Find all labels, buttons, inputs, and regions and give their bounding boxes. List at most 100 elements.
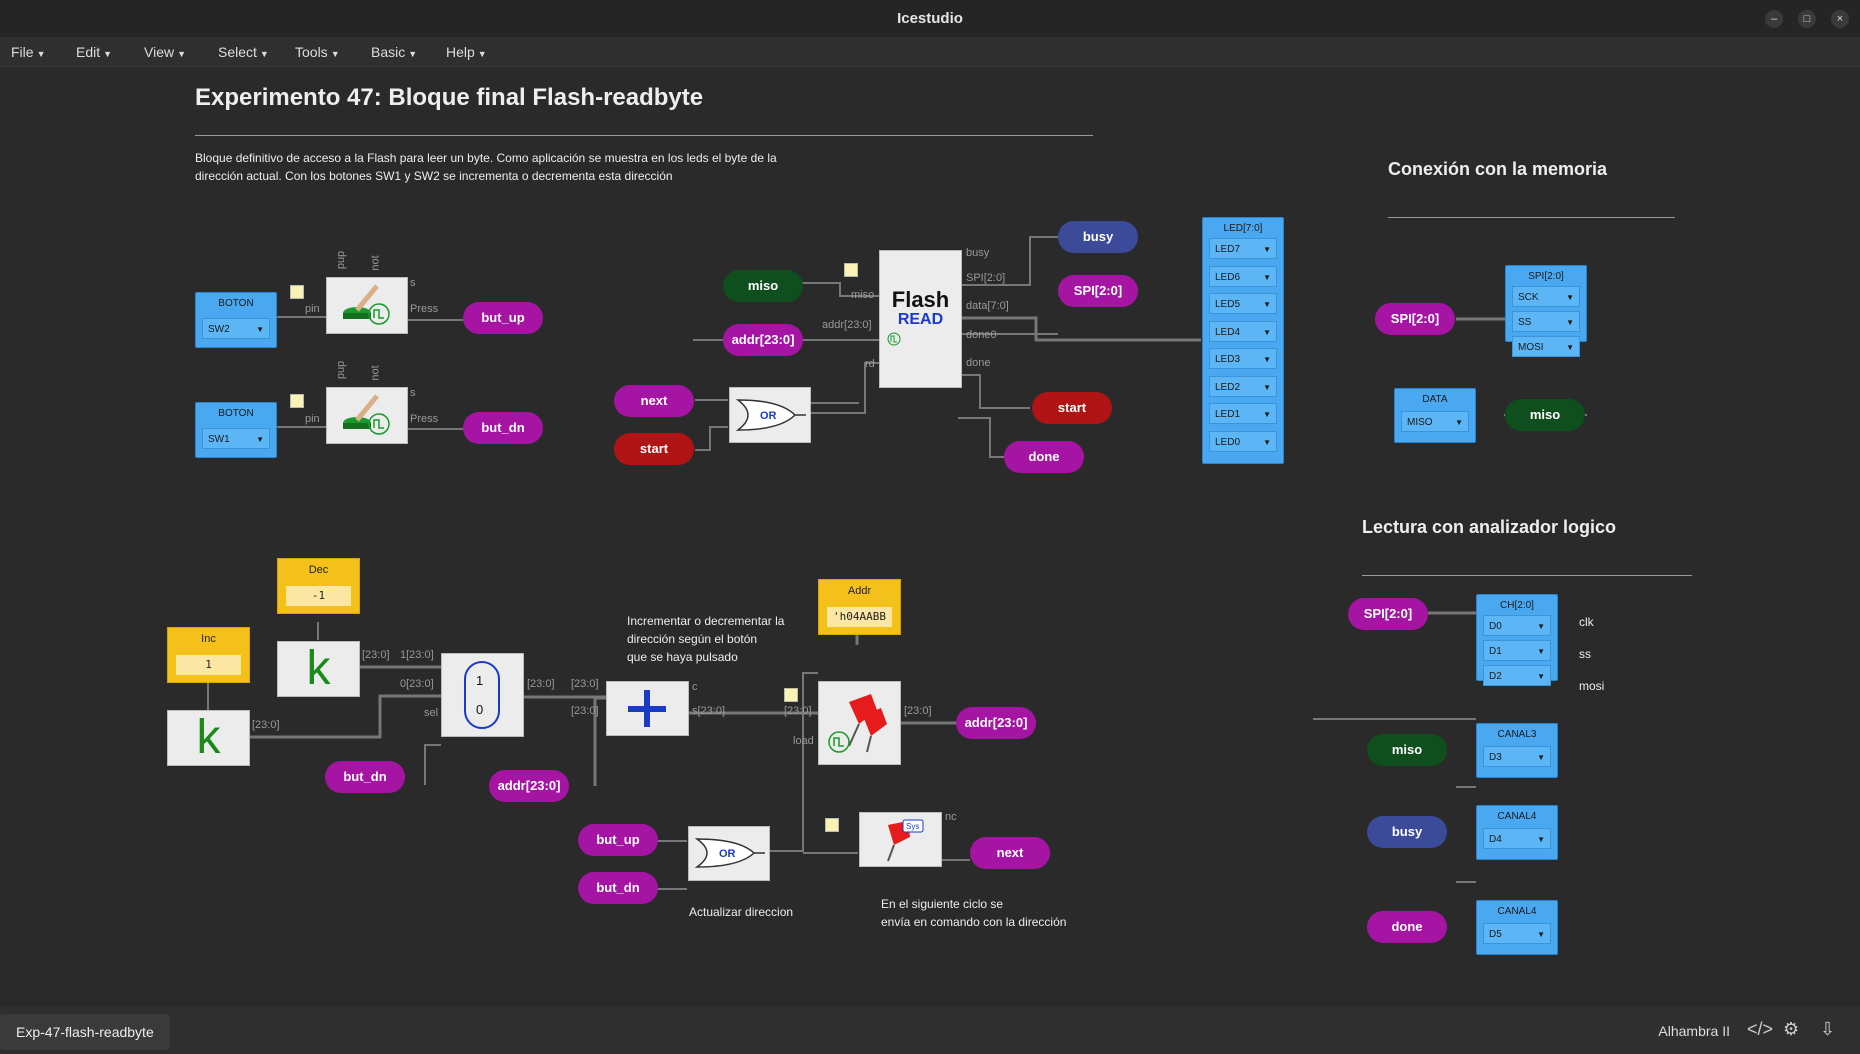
channel-select[interactable]: D2 ▼ (1483, 665, 1551, 686)
pin-select[interactable]: SW2 ▼ (202, 318, 270, 339)
gear-icon[interactable]: ⚙ (1783, 1019, 1799, 1040)
label-start[interactable]: start (1032, 392, 1112, 424)
port-label: s[23:0] (692, 705, 726, 717)
led-select[interactable]: LED6 ▼ (1209, 266, 1277, 287)
label-but-dn[interactable]: but_dn (578, 872, 658, 904)
clock-input[interactable] (290, 394, 304, 408)
constant-dec[interactable]: Dec -1 (277, 558, 360, 614)
code-icon[interactable]: </> (1747, 1019, 1773, 1040)
maximize-icon[interactable]: □ (1798, 10, 1816, 28)
minimize-icon[interactable]: – (1765, 10, 1783, 28)
sys-label: Sys (906, 822, 919, 831)
label-done[interactable]: done (1004, 441, 1084, 473)
flash-read-block[interactable]: Flash READ (879, 250, 962, 388)
led-select[interactable]: LED0 ▼ (1209, 431, 1277, 452)
led-select[interactable]: LED3 ▼ (1209, 348, 1277, 369)
k-icon: k (306, 642, 331, 695)
register-block[interactable] (818, 681, 901, 765)
label-but-up[interactable]: but_up (578, 824, 658, 856)
label-but-dn[interactable]: but_dn (463, 412, 543, 444)
button-block-down[interactable] (326, 387, 408, 444)
miso-select[interactable]: MISO ▼ (1401, 411, 1469, 432)
constant-value[interactable]: 1 (176, 655, 241, 675)
label-miso[interactable]: miso (1505, 399, 1585, 431)
label-next[interactable]: next (614, 385, 694, 417)
label-busy[interactable]: busy (1367, 816, 1447, 848)
clock-input[interactable] (784, 688, 798, 702)
spi-output[interactable]: SPI[2:0] SCK ▼ SS ▼ MOSI ▼ (1505, 265, 1587, 357)
spi-select[interactable]: MOSI ▼ (1512, 336, 1580, 357)
constant-value[interactable]: -1 (286, 586, 351, 606)
menu-tools[interactable]: Tools ▼ (295, 44, 340, 60)
led-select[interactable]: LED1 ▼ (1209, 403, 1277, 424)
boton-sw1[interactable]: BOTON SW1 ▼ (195, 402, 277, 458)
label-start[interactable]: start (614, 433, 694, 465)
analyzer-canal4b[interactable]: CANAL4 D5 ▼ (1476, 900, 1558, 955)
comment-line: dirección según el botón (627, 632, 758, 646)
project-tab[interactable]: Exp-47-flash-readbyte (0, 1014, 170, 1050)
label-spi[interactable]: SPI[2:0] (1058, 275, 1138, 307)
sys-register[interactable]: Sys (859, 812, 942, 867)
channel-select[interactable]: D1 ▼ (1483, 640, 1551, 661)
dropdown-icon: ▼ (1263, 438, 1271, 447)
constant-block[interactable]: k (277, 641, 360, 697)
clock-input[interactable] (290, 285, 304, 299)
adder[interactable] (606, 681, 689, 736)
multiplexer[interactable]: 1 0 (441, 653, 524, 737)
spi-select[interactable]: SCK ▼ (1512, 286, 1580, 307)
analyzer-ch[interactable]: CH[2:0] D0 ▼ D1 ▼ D2 ▼ (1476, 594, 1558, 686)
caret-down-icon: ▼ (477, 49, 487, 59)
label-but-up[interactable]: but_up (463, 302, 543, 334)
channel-select[interactable]: D5 ▼ (1483, 923, 1551, 944)
led-select[interactable]: LED4 ▼ (1209, 321, 1277, 342)
menu-edit[interactable]: Edit ▼ (76, 44, 112, 60)
constant-block[interactable]: k (167, 710, 250, 766)
label-spi[interactable]: SPI[2:0] (1375, 303, 1455, 335)
label-done[interactable]: done (1367, 911, 1447, 943)
led-select[interactable]: LED5 ▼ (1209, 293, 1277, 314)
clock-input[interactable] (825, 818, 839, 832)
constant-addr[interactable]: Addr 'h04AABB (818, 579, 901, 635)
led-select[interactable]: LED7 ▼ (1209, 238, 1277, 259)
or-gate[interactable]: OR (729, 387, 811, 443)
label-addr[interactable]: addr[23:0] (489, 770, 569, 802)
channel-select[interactable]: D0 ▼ (1483, 615, 1551, 636)
label-miso[interactable]: miso (723, 270, 803, 302)
download-icon[interactable]: ⇩ (1820, 1019, 1835, 1040)
spi-select[interactable]: SS ▼ (1512, 311, 1580, 332)
boton-sw2[interactable]: BOTON SW2 ▼ (195, 292, 277, 348)
close-icon[interactable]: × (1831, 10, 1849, 28)
button-block-up[interactable] (326, 277, 408, 334)
port-label: 1[23:0] (400, 649, 434, 661)
menu-file[interactable]: File ▼ (11, 44, 45, 60)
menu-help[interactable]: Help ▼ (446, 44, 487, 60)
channel-select[interactable]: D4 ▼ (1483, 828, 1551, 849)
label-but-dn[interactable]: but_dn (325, 761, 405, 793)
label-addr[interactable]: addr[23:0] (956, 707, 1036, 739)
pin-select[interactable]: SW1 ▼ (202, 428, 270, 449)
label-miso[interactable]: miso (1367, 734, 1447, 766)
menu-select[interactable]: Select ▼ (218, 44, 269, 60)
channel-note: ss (1579, 647, 1591, 661)
label-addr[interactable]: addr[23:0] (723, 324, 803, 356)
led-select[interactable]: LED2 ▼ (1209, 376, 1277, 397)
analyzer-canal3[interactable]: CANAL3 D3 ▼ (1476, 723, 1558, 778)
label-next[interactable]: next (970, 837, 1050, 869)
caret-down-icon: ▼ (408, 49, 418, 59)
menu-basic[interactable]: Basic ▼ (371, 44, 417, 60)
pin-value: LED5 (1215, 299, 1241, 310)
clock-input[interactable] (844, 263, 858, 277)
constant-value[interactable]: 'h04AABB (827, 607, 892, 627)
analyzer-canal4[interactable]: CANAL4 D4 ▼ (1476, 805, 1558, 860)
label-busy[interactable]: busy (1058, 221, 1138, 253)
channel-select[interactable]: D3 ▼ (1483, 746, 1551, 767)
board-name[interactable]: Alhambra II (1658, 1023, 1730, 1039)
dropdown-icon: ▼ (1537, 672, 1545, 681)
data-input[interactable]: DATA MISO ▼ (1394, 388, 1476, 443)
constant-inc[interactable]: Inc 1 (167, 627, 250, 683)
or-gate[interactable]: OR (688, 826, 770, 881)
design-canvas[interactable]: Experimento 47: Bloque final Flash-readb… (0, 67, 1860, 1007)
leds-output[interactable]: LED[7:0] LED7 ▼ LED6 ▼ LED5 ▼ LED4 ▼ LED3 ▼ L… (1202, 217, 1284, 464)
label-spi[interactable]: SPI[2:0] (1348, 598, 1428, 630)
menu-view[interactable]: View ▼ (144, 44, 186, 60)
